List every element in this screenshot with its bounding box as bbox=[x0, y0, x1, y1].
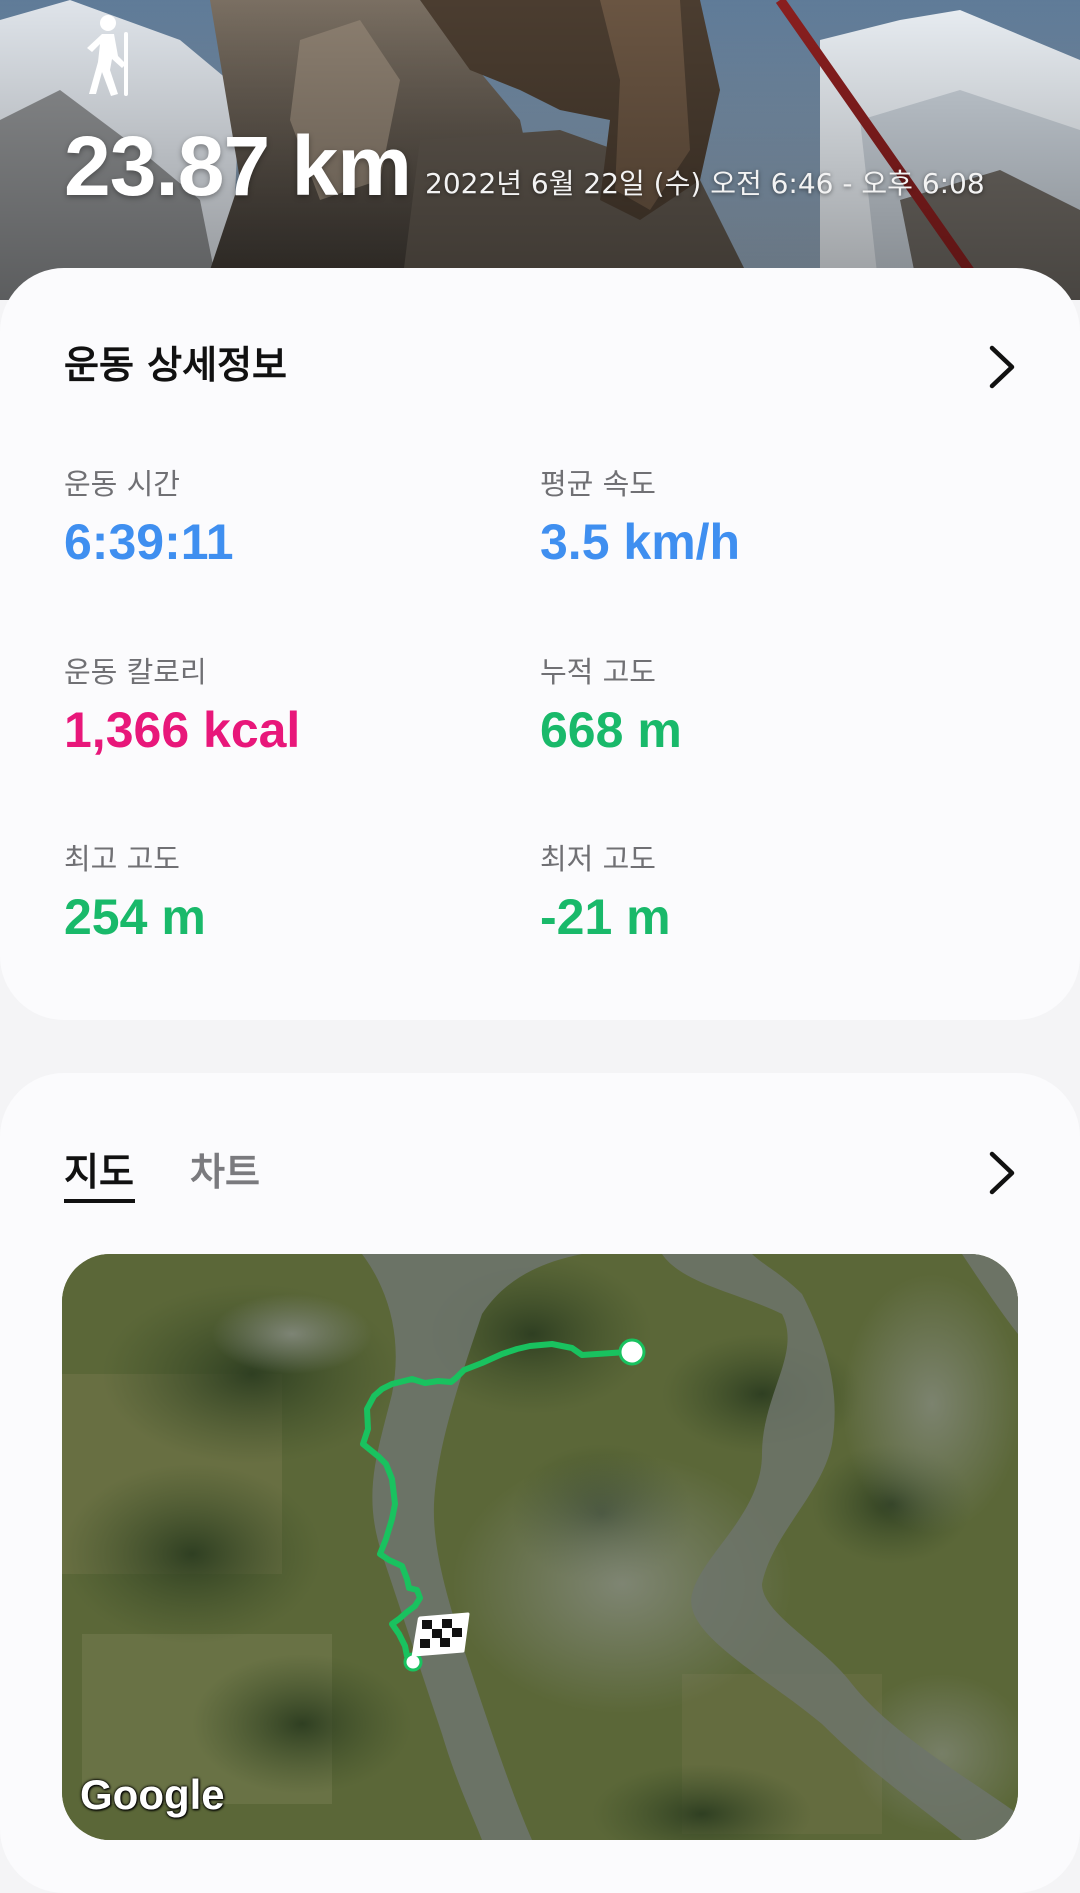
calories-label: 운동 칼로리 bbox=[64, 655, 207, 689]
hiking-icon bbox=[87, 15, 128, 96]
max-altitude-label: 최고 고도 bbox=[64, 842, 180, 876]
max-altitude-value: 254 m bbox=[64, 889, 206, 945]
distance-value: 23.87 km bbox=[64, 119, 412, 213]
min-altitude-label: 최저 고도 bbox=[540, 842, 656, 876]
satellite-map-image bbox=[62, 1254, 1018, 1840]
start-point-icon bbox=[618, 1338, 646, 1366]
active-tab-indicator bbox=[64, 1199, 135, 1203]
duration-value: 6:39:11 bbox=[64, 514, 234, 570]
calories-value: 1,366 kcal bbox=[64, 702, 301, 758]
elevation-gain-value: 668 m bbox=[540, 702, 682, 758]
duration-label: 운동 시간 bbox=[64, 467, 180, 501]
hero-banner: 23.87 km 2022년 6월 22일 (수) 오전 6:46 - 오후 6… bbox=[0, 0, 1080, 300]
chevron-right-icon[interactable] bbox=[980, 342, 1024, 392]
min-altitude-value: -21 m bbox=[540, 889, 671, 945]
avg-speed-label: 평균 속도 bbox=[540, 467, 656, 501]
tab-map[interactable]: 지도 bbox=[64, 1147, 134, 1197]
exercise-details-title: 운동 상세정보 bbox=[64, 343, 287, 387]
date-range: 2022년 6월 22일 (수) 오전 6:46 - 오후 6:08 bbox=[425, 167, 985, 200]
tab-chart[interactable]: 차트 bbox=[190, 1147, 260, 1197]
chevron-right-icon[interactable] bbox=[980, 1148, 1024, 1198]
avg-speed-value: 3.5 km/h bbox=[540, 514, 741, 570]
map-attribution-logo: Google bbox=[80, 1771, 225, 1818]
route-map[interactable]: Google bbox=[62, 1254, 1018, 1840]
elevation-gain-label: 누적 고도 bbox=[540, 655, 656, 689]
